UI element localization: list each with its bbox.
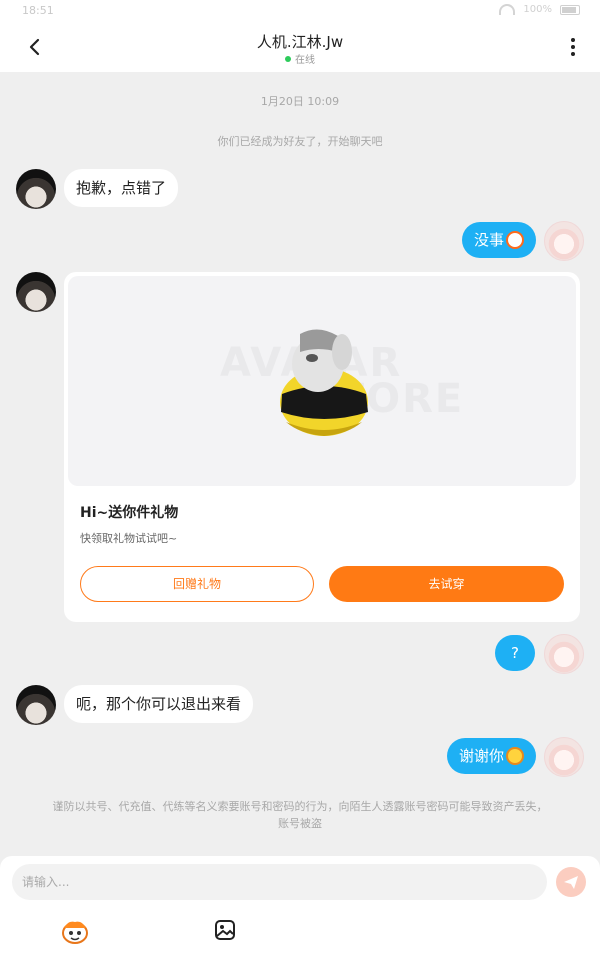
contact-avatar[interactable] [16,685,56,725]
message-text: ? [511,644,519,662]
gift-preview: AVATAR STORE [68,276,576,486]
more-button[interactable] [564,34,582,60]
contact-name: 人机.江林.Jw [256,33,344,51]
message-bubble-sent[interactable]: 没事 [461,222,536,258]
message-bubble-received[interactable]: 抱歉，点错了 [64,169,179,207]
message-text: 没事 [473,231,504,249]
image-icon[interactable] [213,918,237,942]
send-button[interactable] [556,867,586,897]
wifi-icon [499,4,516,15]
security-notice-line1: 谨防以共号、代充值、代练等名义索要账号和密码的行为，向陌生人透露账号密码可能导致… [52,800,548,813]
chat-header: 人机.江林.Jw 在线 [0,22,600,72]
chat-timestamp: 1月20日 10:09 [260,95,340,108]
gift-card[interactable]: AVATAR STORE Hi~送你件礼物 快领取礼物试试吧~ 回赠礼物 去试穿 [64,272,580,622]
more-icon [571,38,575,42]
message-bubble-sent[interactable]: 谢谢你 [446,738,536,774]
my-avatar[interactable] [544,221,584,261]
battery-icon [560,4,580,15]
contact-avatar[interactable] [16,272,56,312]
smile-emoji-icon [506,747,524,765]
friend-added-notice: 你们已经成为好友了，开始聊天吧 [217,135,383,148]
online-status-text: 在线 [295,55,315,66]
message-bubble-sent[interactable]: ? [495,635,535,671]
gift-card-title: Hi~送你件礼物 [80,505,179,521]
message-text: 谢谢你 [458,747,504,765]
contact-avatar[interactable] [16,169,56,209]
online-status: 在线 [0,51,600,66]
gift-item-icon [280,329,368,436]
status-bar: 18:51 100% [0,0,600,22]
my-avatar[interactable] [544,634,584,674]
message-text: 呃，那个你可以退出来看 [76,695,242,713]
sticker-face-icon [506,231,524,249]
input-bar [0,856,600,960]
return-gift-button[interactable]: 回赠礼物 [80,566,314,602]
send-icon [564,876,578,889]
security-notice: 谨防以共号、代充值、代练等名义索要账号和密码的行为，向陌生人透露账号密码可能导致… [24,798,576,832]
status-time: 18:51 [22,4,54,17]
gift-card-subtitle: 快领取礼物试试吧~ [80,532,178,545]
message-bubble-received[interactable]: 呃，那个你可以退出来看 [64,685,254,723]
message-input[interactable] [12,864,547,900]
emoji-sticker-icon[interactable] [60,918,90,944]
message-text: 抱歉，点错了 [76,179,167,197]
online-dot-icon [285,55,291,62]
security-notice-line2: 账号被盗 [278,817,322,830]
battery-percent: 100% [523,4,552,15]
status-icons: 100% [499,4,580,15]
try-on-button[interactable]: 去试穿 [329,566,564,602]
my-avatar[interactable] [544,737,584,777]
